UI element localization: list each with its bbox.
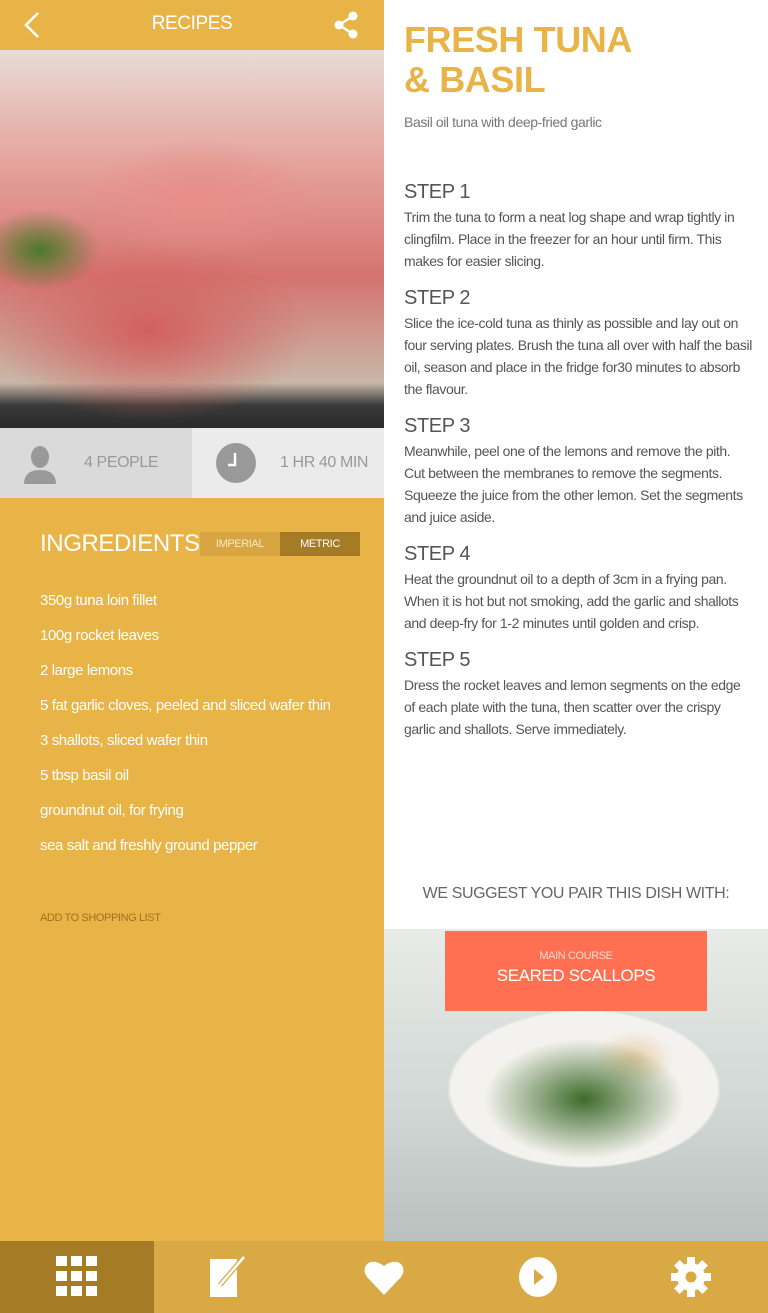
nav-notes[interactable]: [154, 1241, 308, 1313]
share-icon[interactable]: [332, 11, 360, 39]
left-panel: RECIPES 4 PEOPLE 1 HR 40 MIN INGREDIENTS…: [0, 0, 384, 1241]
ingredient-item: 5 tbsp basil oil: [40, 767, 129, 784]
imperial-label: IMPERIAL: [215, 538, 265, 550]
cook-time: 1 HR 40 MIN: [192, 428, 384, 498]
ingredient-item: sea salt and freshly ground pepper: [40, 837, 258, 854]
bottom-nav: [0, 1241, 768, 1313]
top-bar: RECIPES: [0, 0, 384, 50]
recipe-stats: 4 PEOPLE 1 HR 40 MIN: [0, 428, 384, 498]
pairing-photo[interactable]: MAIN COURSE SEARED SCALLOPS: [384, 929, 768, 1241]
ingredients-heading: INGREDIENTS: [40, 530, 200, 557]
step: STEP 2 Slice the ice-cold tuna as thinly …: [404, 287, 752, 397]
servings-label: 4 PEOPLE: [84, 454, 159, 471]
nav-recipes[interactable]: [0, 1241, 154, 1313]
ingredient-item: 2 large lemons: [40, 662, 133, 679]
ingredient-item: 100g rocket leaves: [40, 627, 159, 644]
notes-icon: [210, 1255, 247, 1297]
grid-icon: [55, 1256, 97, 1296]
step: STEP 5 Dress the rocket leaves and lemon …: [404, 649, 741, 737]
pairing-kind: MAIN COURSE: [539, 950, 613, 962]
step: STEP 1 Trim the tuna to form a neat log s…: [404, 181, 735, 269]
clock-icon: [216, 443, 256, 483]
ingredient-item: 350g tuna loin fillet: [40, 592, 157, 609]
pairing-name: SEARED SCALLOPS: [496, 966, 656, 985]
right-panel: FRESH TUNA & BASIL Basil oil tuna with d…: [384, 0, 768, 1241]
nav-play[interactable]: [461, 1241, 615, 1313]
heart-icon: [364, 1261, 404, 1295]
servings: 4 PEOPLE: [0, 428, 192, 498]
gear-icon: [671, 1257, 712, 1297]
step: STEP 4 Heat the groundnut oil to a depth …: [404, 543, 739, 631]
recipe-photo: [0, 50, 384, 428]
steps-list: STEP 1 Trim the tuna to form a neat log s…: [404, 178, 754, 752]
metric-button[interactable]: METRIC: [280, 532, 360, 556]
add-to-shopping-list-link[interactable]: ADD TO SHOPPING LIST: [40, 912, 161, 924]
unit-toggle: IMPERIAL METRIC: [200, 532, 360, 556]
title-line-1: FRESH TUNA: [404, 19, 632, 60]
imperial-button[interactable]: IMPERIAL: [200, 532, 280, 556]
recipe-subtitle: Basil oil tuna with deep-fried garlic: [404, 114, 602, 130]
metric-label: METRIC: [300, 538, 340, 550]
person-icon: [24, 446, 56, 484]
ingredient-item: groundnut oil, for frying: [40, 802, 184, 819]
pairing-card[interactable]: MAIN COURSE SEARED SCALLOPS: [445, 931, 707, 1011]
cook-time-label: 1 HR 40 MIN: [280, 454, 369, 471]
play-icon: [518, 1257, 557, 1297]
ingredient-item: 3 shallots, sliced wafer thin: [40, 732, 208, 749]
nav-settings[interactable]: [614, 1241, 768, 1313]
step: STEP 3 Meanwhile, peel one of the lemons …: [404, 415, 743, 525]
ingredient-list: 350g tuna loin fillet 100g rocket leaves…: [40, 590, 370, 870]
pairing-heading: WE SUGGEST YOU PAIR THIS DISH WITH:: [422, 885, 730, 902]
title-line-2: & BASIL: [404, 59, 546, 100]
recipe-title: FRESH TUNA & BASIL: [404, 20, 632, 100]
page-title: RECIPES: [151, 13, 233, 34]
nav-favorites[interactable]: [307, 1241, 461, 1313]
ingredient-item: 5 fat garlic cloves, peeled and sliced w…: [40, 697, 331, 714]
